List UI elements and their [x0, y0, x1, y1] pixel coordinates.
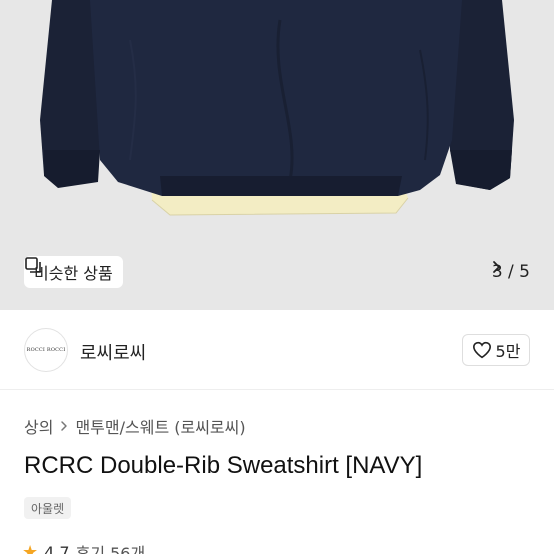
similar-products-button[interactable]: 비슷한 상품: [24, 256, 123, 288]
image-pager[interactable]: 3 / 5: [492, 260, 530, 284]
product-title: RCRC Double-Rib Sweatshirt [NAVY]: [24, 452, 423, 479]
similar-products-label: 비슷한 상품: [34, 264, 113, 283]
seller-section: ROCCI ROCCI 로씨로씨 5만: [0, 310, 554, 390]
similar-icon: [25, 257, 41, 273]
rating-row[interactable]: ★ 4.7 후기 56개: [22, 540, 145, 554]
product-image-carousel[interactable]: 비슷한 상품 3 / 5: [0, 0, 554, 310]
left-cuff: [44, 150, 100, 188]
heart-icon: [472, 341, 491, 359]
seller-logo-text: ROCCI ROCCI: [26, 347, 66, 353]
chevron-right-icon: [492, 261, 500, 273]
like-count: 5만: [495, 342, 521, 361]
rating-score: 4.7: [44, 542, 70, 554]
breadcrumb-chevron-icon: [61, 421, 68, 431]
breadcrumb-level1[interactable]: 상의: [24, 414, 53, 438]
review-count: 후기 56개: [75, 544, 146, 554]
right-cuff: [450, 150, 512, 190]
breadcrumb-level2[interactable]: 맨투맨/스웨트 (로씨로씨): [75, 414, 245, 438]
sweatshirt-body: [90, 0, 462, 196]
product-tag: 아울렛: [24, 497, 72, 519]
hem-rib: [160, 176, 402, 196]
seller-name[interactable]: 로씨로씨: [80, 339, 146, 365]
star-icon: ★: [22, 541, 39, 554]
like-button[interactable]: 5만: [462, 334, 530, 366]
breadcrumb: 상의 맨투맨/스웨트 (로씨로씨): [24, 414, 246, 438]
seller-avatar[interactable]: ROCCI ROCCI: [24, 328, 68, 372]
